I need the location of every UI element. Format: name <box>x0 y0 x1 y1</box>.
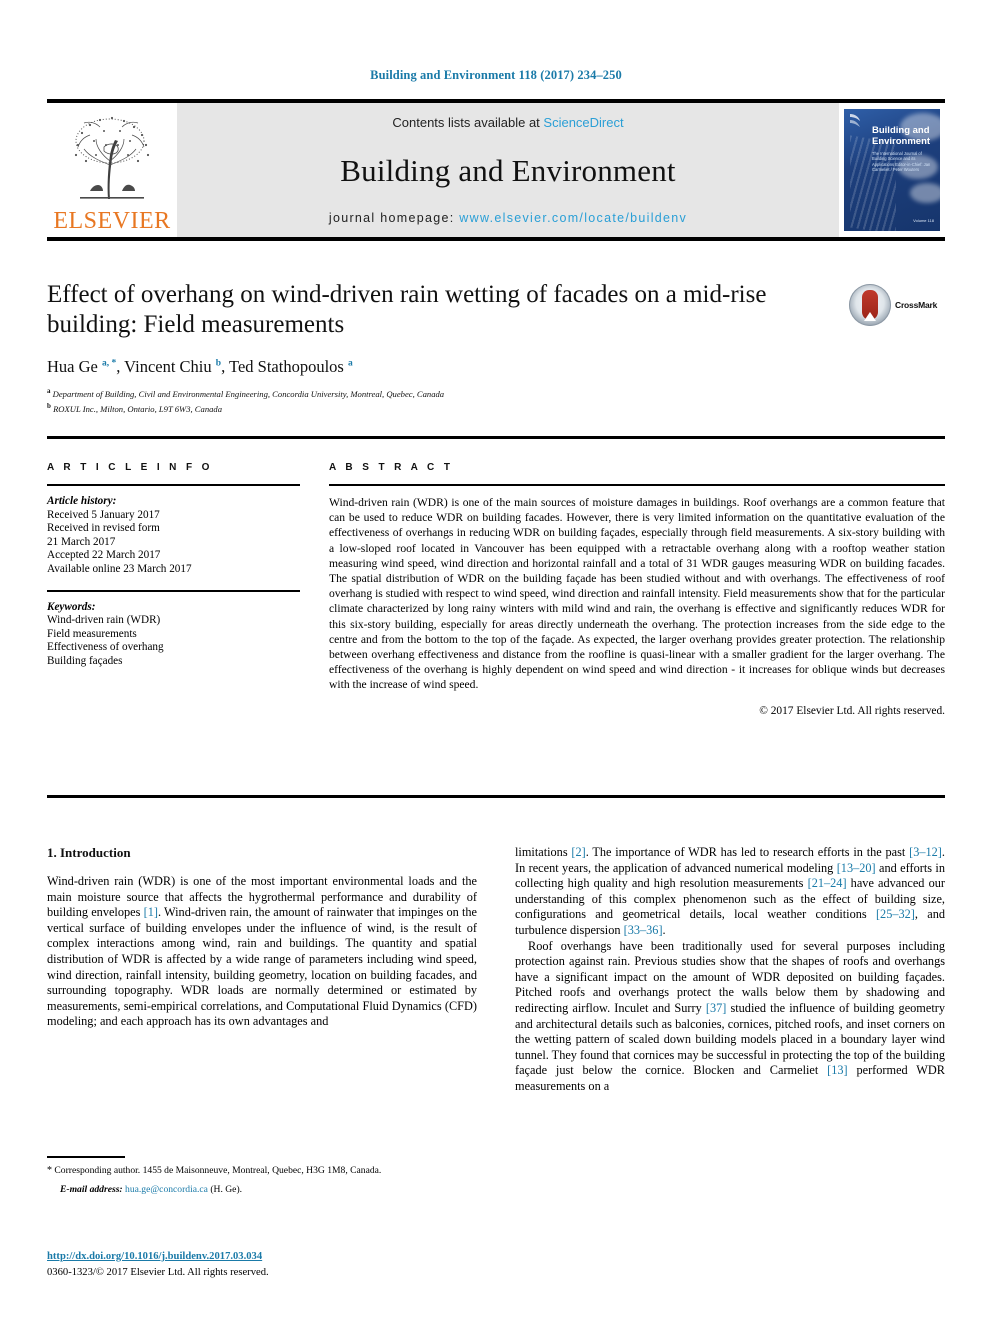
journal-homepage-line: journal homepage: www.elsevier.com/locat… <box>329 211 687 225</box>
history-item-0: Received 5 January 2017 <box>47 508 160 521</box>
history-item-2: 21 March 2017 <box>47 535 116 548</box>
abstract-heading: A B S T R A C T <box>329 462 454 473</box>
cover-title-line1: Building and <box>872 125 930 136</box>
crossmark-label: CrossMark <box>895 300 938 310</box>
corresponding-author-text: * Corresponding author. 1455 de Maisonne… <box>47 1164 382 1176</box>
article-history-block: Article history: Received 5 January 2017… <box>47 495 300 577</box>
title-block: CrossMark Effect of overhang on wind-dri… <box>47 280 945 416</box>
keywords-block: Keywords: Wind-driven rain (WDR) Field m… <box>47 601 300 669</box>
journal-title: Building and Environment <box>340 152 676 188</box>
body-right-column: limitations [2]. The importance of WDR h… <box>515 845 945 1095</box>
keyword-1: Field measurements <box>47 627 137 640</box>
cover-image: Building and Environment The Internation… <box>844 109 940 231</box>
masthead-body: ELSEVIER Contents lists available at Sci… <box>47 103 945 237</box>
paper-page: Building and Environment 118 (2017) 234–… <box>0 0 992 1323</box>
crossmark-triangle-icon <box>864 312 876 321</box>
abstract-copyright: © 2017 Elsevier Ltd. All rights reserved… <box>759 704 945 717</box>
body-columns: 1. Introduction Wind-driven rain (WDR) i… <box>47 845 945 1095</box>
affiliation-marker-a: a <box>47 387 51 395</box>
cover-building-graphic <box>850 135 896 231</box>
crossmark-badge[interactable]: CrossMark <box>849 282 945 328</box>
issn-copyright: 0360-1323/© 2017 Elsevier Ltd. All right… <box>47 1267 269 1278</box>
email-line: E-mail address: hua.ge@concordia.ca (H. … <box>47 1184 477 1195</box>
article-info-abstract-row: A R T I C L E I N F O Article history: R… <box>47 462 945 717</box>
history-item-1: Received in revised form <box>47 522 160 535</box>
running-head: Building and Environment 118 (2017) 234–… <box>370 68 622 82</box>
cover-title: Building and Environment <box>872 125 930 147</box>
keywords-label: Keywords: <box>47 600 96 613</box>
article-info-rule <box>47 484 300 486</box>
affiliation-marker-b: b <box>47 402 51 411</box>
contents-lists-line: Contents lists available at ScienceDirec… <box>392 115 623 130</box>
affiliation-a: a Department of Building, Civil and Envi… <box>47 386 945 400</box>
history-item-4: Available online 23 March 2017 <box>47 562 192 575</box>
abstract-section-rule-bottom <box>47 795 945 798</box>
elsevier-wordmark: ELSEVIER <box>53 208 171 234</box>
intro-paragraph-right-1: limitations [2]. The importance of WDR h… <box>515 845 945 937</box>
affiliation-text-b: ROXUL Inc., Milton, Ontario, L9T 6W3, Ca… <box>53 404 223 415</box>
homepage-prefix: journal homepage: <box>328 211 460 225</box>
homepage-url-link[interactable]: www.elsevier.com/locate/buildenv <box>459 211 687 225</box>
crossmark-icon <box>849 284 891 326</box>
history-item-3: Accepted 22 March 2017 <box>47 549 161 562</box>
article-info-column: A R T I C L E I N F O Article history: R… <box>47 462 300 717</box>
page-title: Effect of overhang on wind-driven rain w… <box>47 281 767 338</box>
keyword-2: Effectiveness of overhang <box>47 641 164 654</box>
cover-cloud-3 <box>910 183 940 203</box>
intro-paragraph-left: Wind-driven rain (WDR) is one of the mos… <box>47 874 477 1029</box>
email-label: E-mail address: <box>60 1184 123 1195</box>
doi-block: http://dx.doi.org/10.1016/j.buildenv.201… <box>47 1246 477 1278</box>
keywords-rule <box>47 589 300 592</box>
keyword-3: Building façades <box>47 654 123 667</box>
article-history-label: Article history: <box>47 495 117 507</box>
affiliation-b: b ROXUL Inc., Milton, Ontario, L9T 6W3, … <box>47 401 945 415</box>
cover-elsevier-icon <box>850 114 860 127</box>
sciencedirect-link[interactable]: ScienceDirect <box>543 115 623 130</box>
section-heading-introduction: 1. Introduction <box>47 845 131 860</box>
abstract-column: A B S T R A C T Wind-driven rain (WDR) i… <box>300 462 945 717</box>
article-info-heading: A R T I C L E I N F O <box>47 462 213 473</box>
abstract-text: Wind-driven rain (WDR) is one of the mai… <box>329 496 945 692</box>
journal-cover-thumbnail: Building and Environment The Internation… <box>839 103 945 237</box>
footnote-rule <box>47 1156 125 1158</box>
contents-prefix: Contents lists available at <box>392 115 544 130</box>
doi-link[interactable]: http://dx.doi.org/10.1016/j.buildenv.201… <box>47 1251 262 1262</box>
intro-paragraph-right-2: Roof overhangs have been traditionally u… <box>515 938 945 1093</box>
elsevier-logo: ELSEVIER <box>47 103 177 237</box>
author-list: Hua Ge a, *, Vincent Chiu b, Ted Stathop… <box>47 357 353 376</box>
email-link[interactable]: hua.ge@concordia.ca <box>125 1184 208 1195</box>
affiliation-text-a: Department of Building, Civil and Enviro… <box>52 388 445 399</box>
cover-subtitle: The International Journal of Building Sc… <box>872 151 931 173</box>
email-suffix: (H. Ge). <box>207 1184 243 1195</box>
cover-title-line2: Environment <box>872 136 931 147</box>
abstract-section-rule-top <box>47 436 945 439</box>
body-left-column: 1. Introduction Wind-driven rain (WDR) i… <box>47 845 477 1095</box>
cover-volume-note: Volume 118 <box>913 218 934 223</box>
corresponding-author-footnote: * Corresponding author. 1455 de Maisonne… <box>47 1156 477 1195</box>
masthead-center: Contents lists available at ScienceDirec… <box>177 103 839 237</box>
masthead-rule-bottom <box>47 237 945 241</box>
keyword-0: Wind-driven rain (WDR) <box>47 614 161 627</box>
elsevier-tree-icon <box>74 116 150 199</box>
journal-masthead: ELSEVIER Contents lists available at Sci… <box>47 99 945 241</box>
abstract-rule <box>329 484 945 486</box>
